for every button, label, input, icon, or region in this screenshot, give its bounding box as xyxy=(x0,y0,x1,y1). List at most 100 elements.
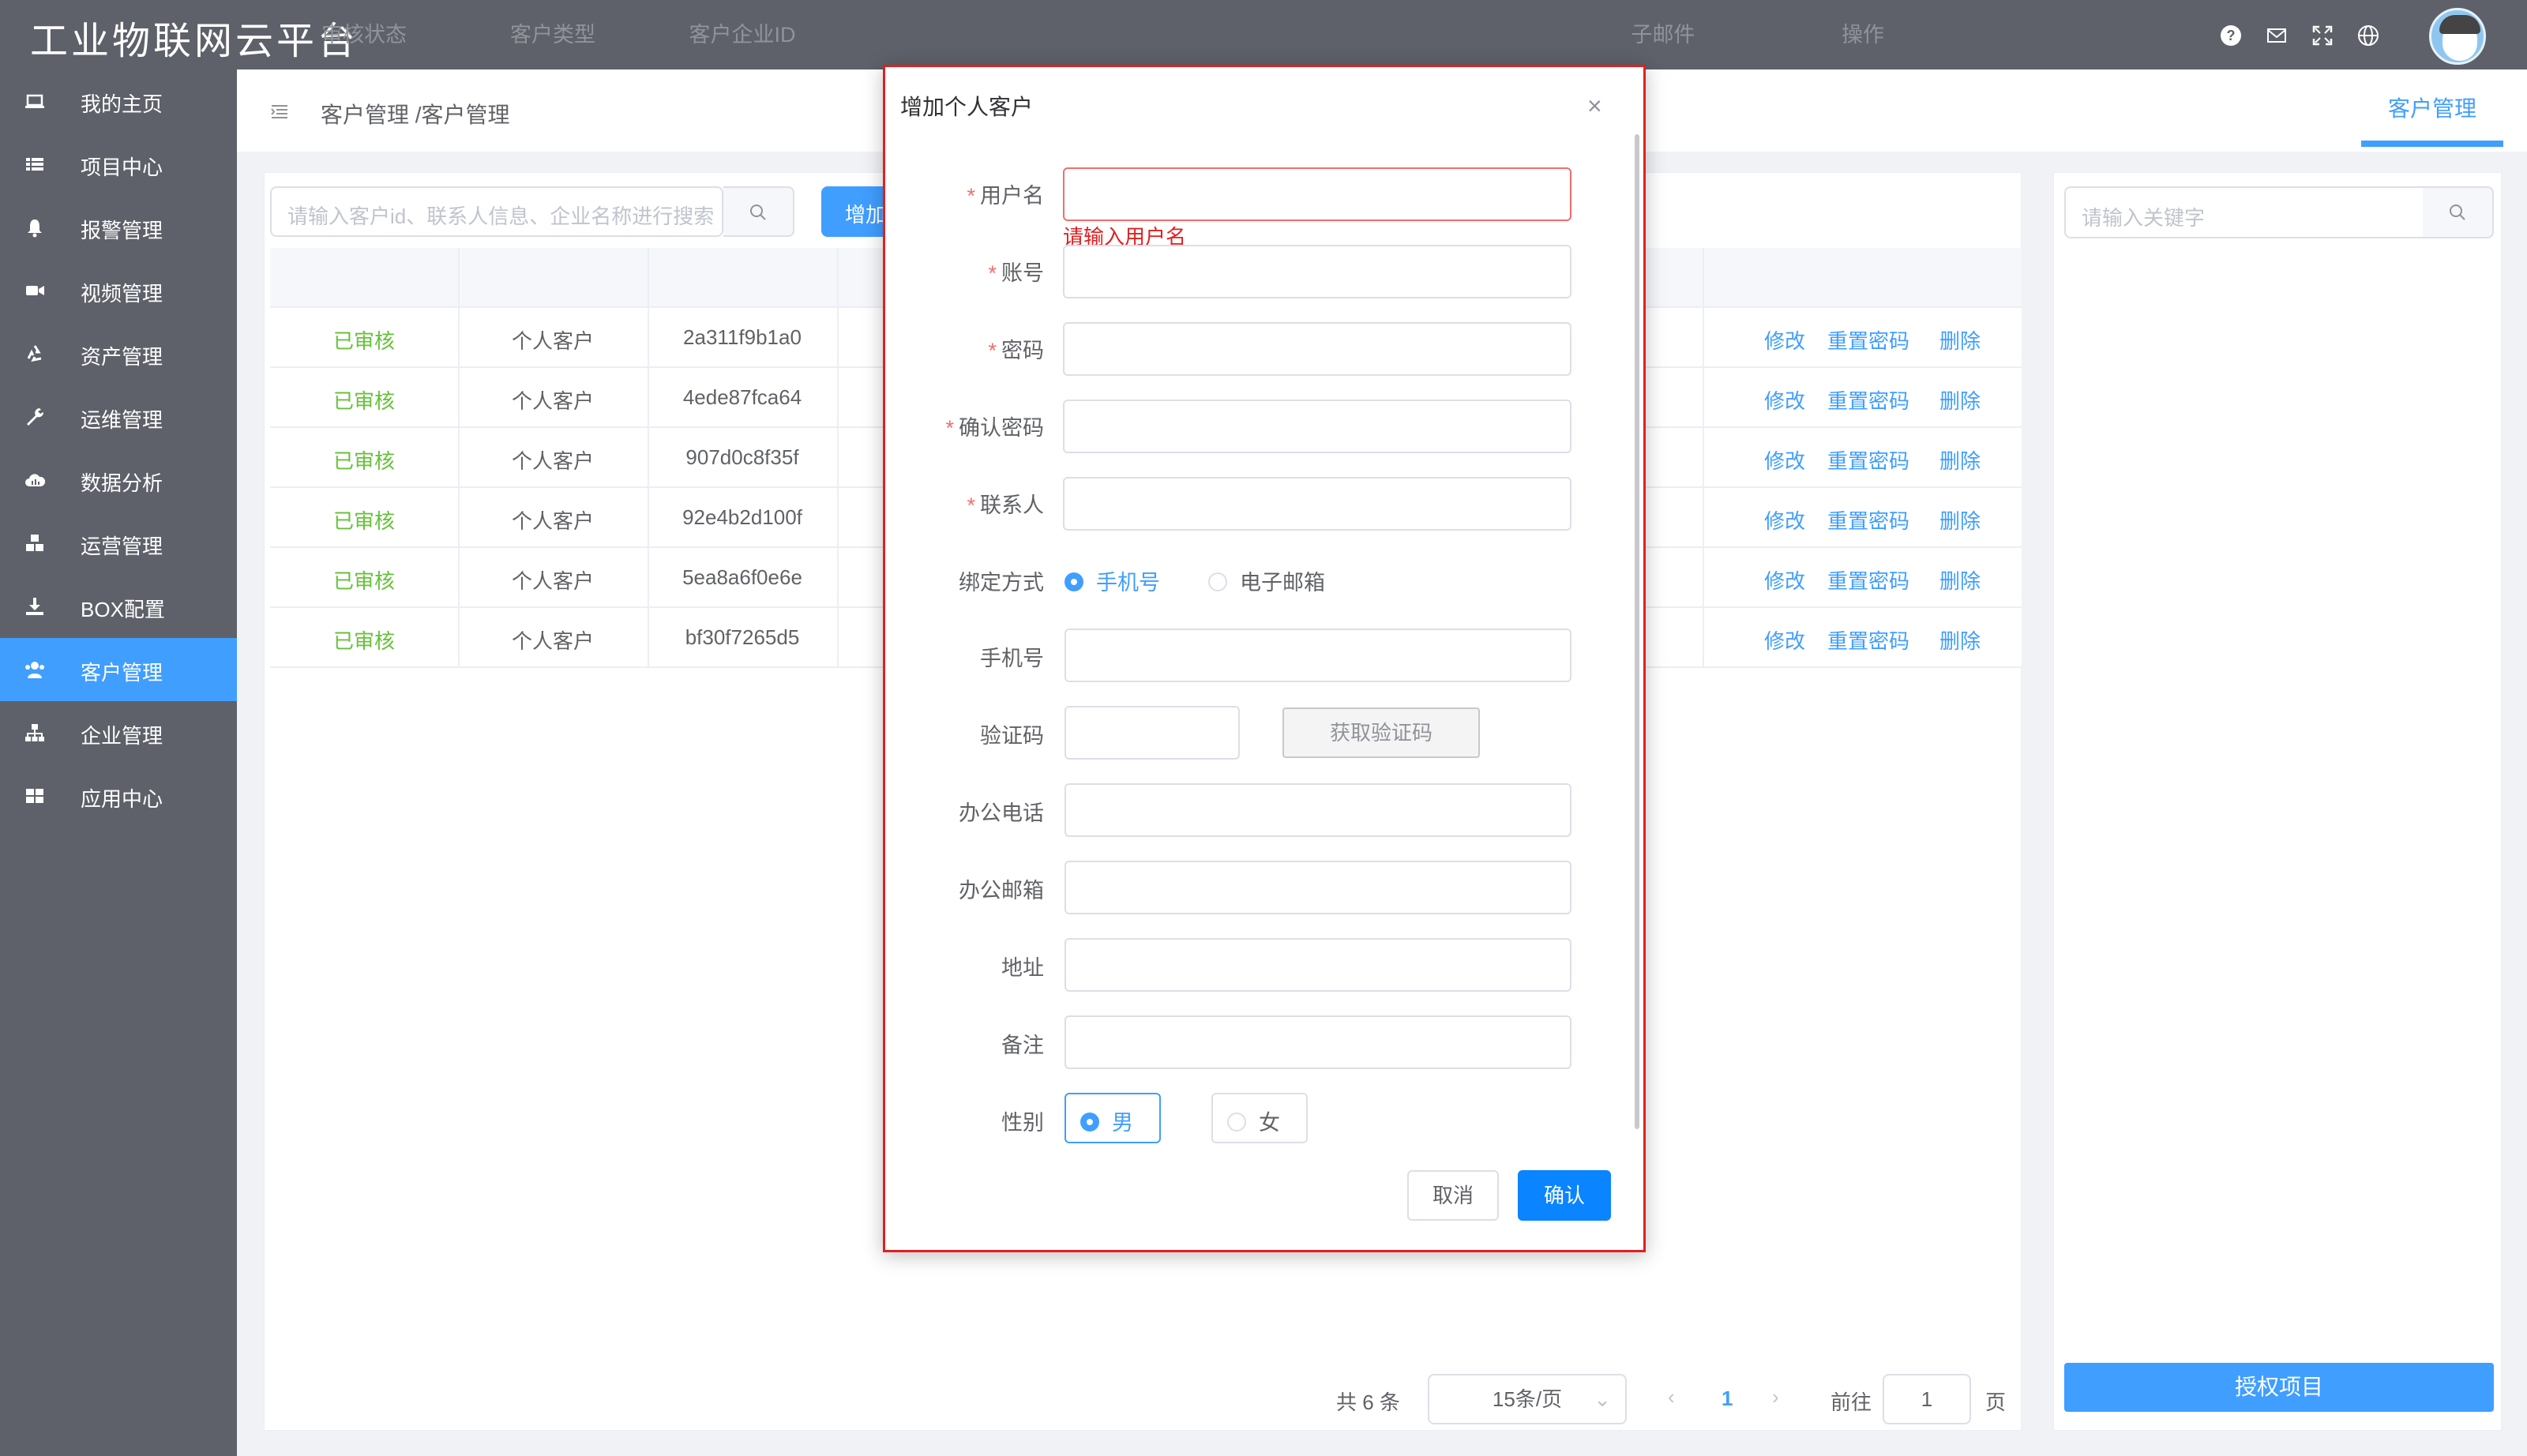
sidebar-item-box-config[interactable]: BOX配置 xyxy=(0,575,237,638)
customer-search-input[interactable]: 请输入客户id、联系人信息、企业名称进行搜索 xyxy=(270,186,723,237)
gender-label: 性别 xyxy=(1001,1111,1044,1135)
column-header-actions: 操作 xyxy=(1842,23,1884,47)
close-icon[interactable]: × xyxy=(1587,92,1602,121)
dialog-scrollbar[interactable] xyxy=(1635,134,1639,1129)
help-icon[interactable]: ? xyxy=(2219,24,2243,47)
edit-link[interactable]: 修改 xyxy=(1745,505,1824,535)
sidebar-item-customers[interactable]: 客户管理 xyxy=(0,638,237,701)
user-avatar[interactable] xyxy=(2429,8,2486,65)
column-divider xyxy=(837,248,839,668)
remark-input[interactable] xyxy=(1064,1015,1571,1069)
phone-input[interactable] xyxy=(1064,629,1571,682)
office-phone-input[interactable] xyxy=(1064,783,1571,837)
reset-password-link[interactable]: 重置密码 xyxy=(1813,325,1924,355)
sidebar-item-home[interactable]: 我的主页 xyxy=(0,69,237,133)
reset-password-link[interactable]: 重置密码 xyxy=(1813,385,1924,415)
sidebar-item-assets[interactable]: 资产管理 xyxy=(0,322,237,385)
password-input[interactable] xyxy=(1063,322,1571,376)
delete-link[interactable]: 删除 xyxy=(1921,385,1999,415)
page-number-current[interactable]: 1 xyxy=(1722,1387,1733,1411)
reset-password-link[interactable]: 重置密码 xyxy=(1813,445,1924,475)
edit-link[interactable]: 修改 xyxy=(1745,565,1824,595)
sidebar-item-ops[interactable]: 运维管理 xyxy=(0,385,237,448)
cancel-button[interactable]: 取消 xyxy=(1407,1170,1499,1221)
sidebar-item-enterprise[interactable]: 企业管理 xyxy=(0,701,237,764)
bind-email-radio[interactable]: 电子邮箱 xyxy=(1208,565,1325,596)
laptop-icon xyxy=(24,90,46,112)
sidebar-item-alarms[interactable]: 报警管理 xyxy=(0,196,237,259)
column-divider xyxy=(458,248,460,668)
confirm-button[interactable]: 确认 xyxy=(1518,1170,1611,1221)
mail-icon[interactable] xyxy=(2265,24,2289,47)
password-label: * 密码 xyxy=(988,339,1044,362)
sidebar-item-label: 企业管理 xyxy=(81,724,163,748)
menu-collapse-icon[interactable] xyxy=(268,101,291,129)
globe-icon[interactable] xyxy=(2356,24,2380,47)
delete-link[interactable]: 删除 xyxy=(1921,505,1999,535)
keyword-search-button[interactable] xyxy=(2423,186,2494,238)
address-label: 地址 xyxy=(1001,956,1044,980)
id-cell: 92e4b2d100f xyxy=(682,505,802,529)
project-panel xyxy=(2053,172,2502,1431)
delete-link[interactable]: 删除 xyxy=(1921,565,1999,595)
breadcrumb: 客户管理 /客户管理 xyxy=(321,103,510,127)
users-icon xyxy=(24,659,46,681)
goto-page-input[interactable]: 1 xyxy=(1883,1374,1971,1424)
edit-link[interactable]: 修改 xyxy=(1745,385,1824,415)
edit-link[interactable]: 修改 xyxy=(1745,325,1824,355)
edit-link[interactable]: 修改 xyxy=(1745,445,1824,475)
wrench-icon xyxy=(24,406,46,428)
svg-text:?: ? xyxy=(2227,28,2236,43)
reset-password-link[interactable]: 重置密码 xyxy=(1813,505,1924,535)
username-input[interactable] xyxy=(1063,167,1571,221)
id-cell: 2a311f9b1a0 xyxy=(683,325,802,349)
sidebar-item-operations[interactable]: 运营管理 xyxy=(0,512,237,575)
sidebar-item-apps[interactable]: 应用中心 xyxy=(0,764,237,827)
delete-link[interactable]: 删除 xyxy=(1921,445,1999,475)
pagination-total: 共 6 条 xyxy=(1336,1390,1400,1414)
sidebar-item-label: 客户管理 xyxy=(81,661,163,685)
status-cell: 已审核 xyxy=(332,329,395,353)
type-cell: 个人客户 xyxy=(511,449,594,473)
status-cell: 已审核 xyxy=(332,629,395,653)
contact-input[interactable] xyxy=(1063,477,1571,531)
delete-link[interactable]: 删除 xyxy=(1921,325,1999,355)
confirm-password-label: * 确认密码 xyxy=(945,416,1044,440)
office-phone-label: 办公电话 xyxy=(959,801,1044,825)
sidebar-item-video[interactable]: 视频管理 xyxy=(0,259,237,322)
sidebar-item-analytics[interactable]: 数据分析 xyxy=(0,448,237,512)
sidebar-item-projects[interactable]: 项目中心 xyxy=(0,133,237,196)
next-page-icon[interactable]: › xyxy=(1772,1385,1779,1409)
search-button[interactable] xyxy=(723,186,794,237)
sidebar-item-label: 数据分析 xyxy=(81,471,163,495)
address-input[interactable] xyxy=(1064,938,1571,992)
edit-link[interactable]: 修改 xyxy=(1745,625,1824,655)
cloud-chart-icon xyxy=(24,469,46,491)
gender-male-radio[interactable]: 男 xyxy=(1064,1093,1161,1143)
reset-password-link[interactable]: 重置密码 xyxy=(1813,625,1924,655)
office-email-input[interactable] xyxy=(1064,861,1571,914)
list-icon xyxy=(24,153,46,175)
sidebar-item-label: 应用中心 xyxy=(81,787,163,811)
remark-label: 备注 xyxy=(1001,1034,1044,1057)
confirm-password-input[interactable] xyxy=(1063,400,1571,453)
status-cell: 已审核 xyxy=(332,569,395,593)
page-size-value: 15条/页 xyxy=(1492,1387,1563,1411)
authorize-project-button[interactable]: 授权项目 xyxy=(2064,1363,2494,1412)
verify-code-input[interactable] xyxy=(1064,706,1240,760)
get-code-button[interactable]: 获取验证码 xyxy=(1282,707,1480,758)
keyword-search-input[interactable]: 请输入关键字 xyxy=(2064,186,2424,238)
download-icon xyxy=(24,595,46,617)
gender-female-radio[interactable]: 女 xyxy=(1211,1093,1308,1143)
type-cell: 个人客户 xyxy=(511,569,594,593)
reset-password-link[interactable]: 重置密码 xyxy=(1813,565,1924,595)
prev-page-icon[interactable]: ‹ xyxy=(1668,1385,1675,1409)
bind-method-label: 绑定方式 xyxy=(959,571,1044,595)
column-divider xyxy=(648,248,649,668)
sidebar-item-label: 运营管理 xyxy=(81,535,163,558)
page-size-select[interactable]: 15条/页 ⌄ xyxy=(1428,1374,1627,1424)
delete-link[interactable]: 删除 xyxy=(1921,625,1999,655)
account-input[interactable] xyxy=(1063,245,1571,298)
bind-phone-radio[interactable]: 手机号 xyxy=(1064,565,1160,596)
fullscreen-icon[interactable] xyxy=(2311,24,2334,47)
